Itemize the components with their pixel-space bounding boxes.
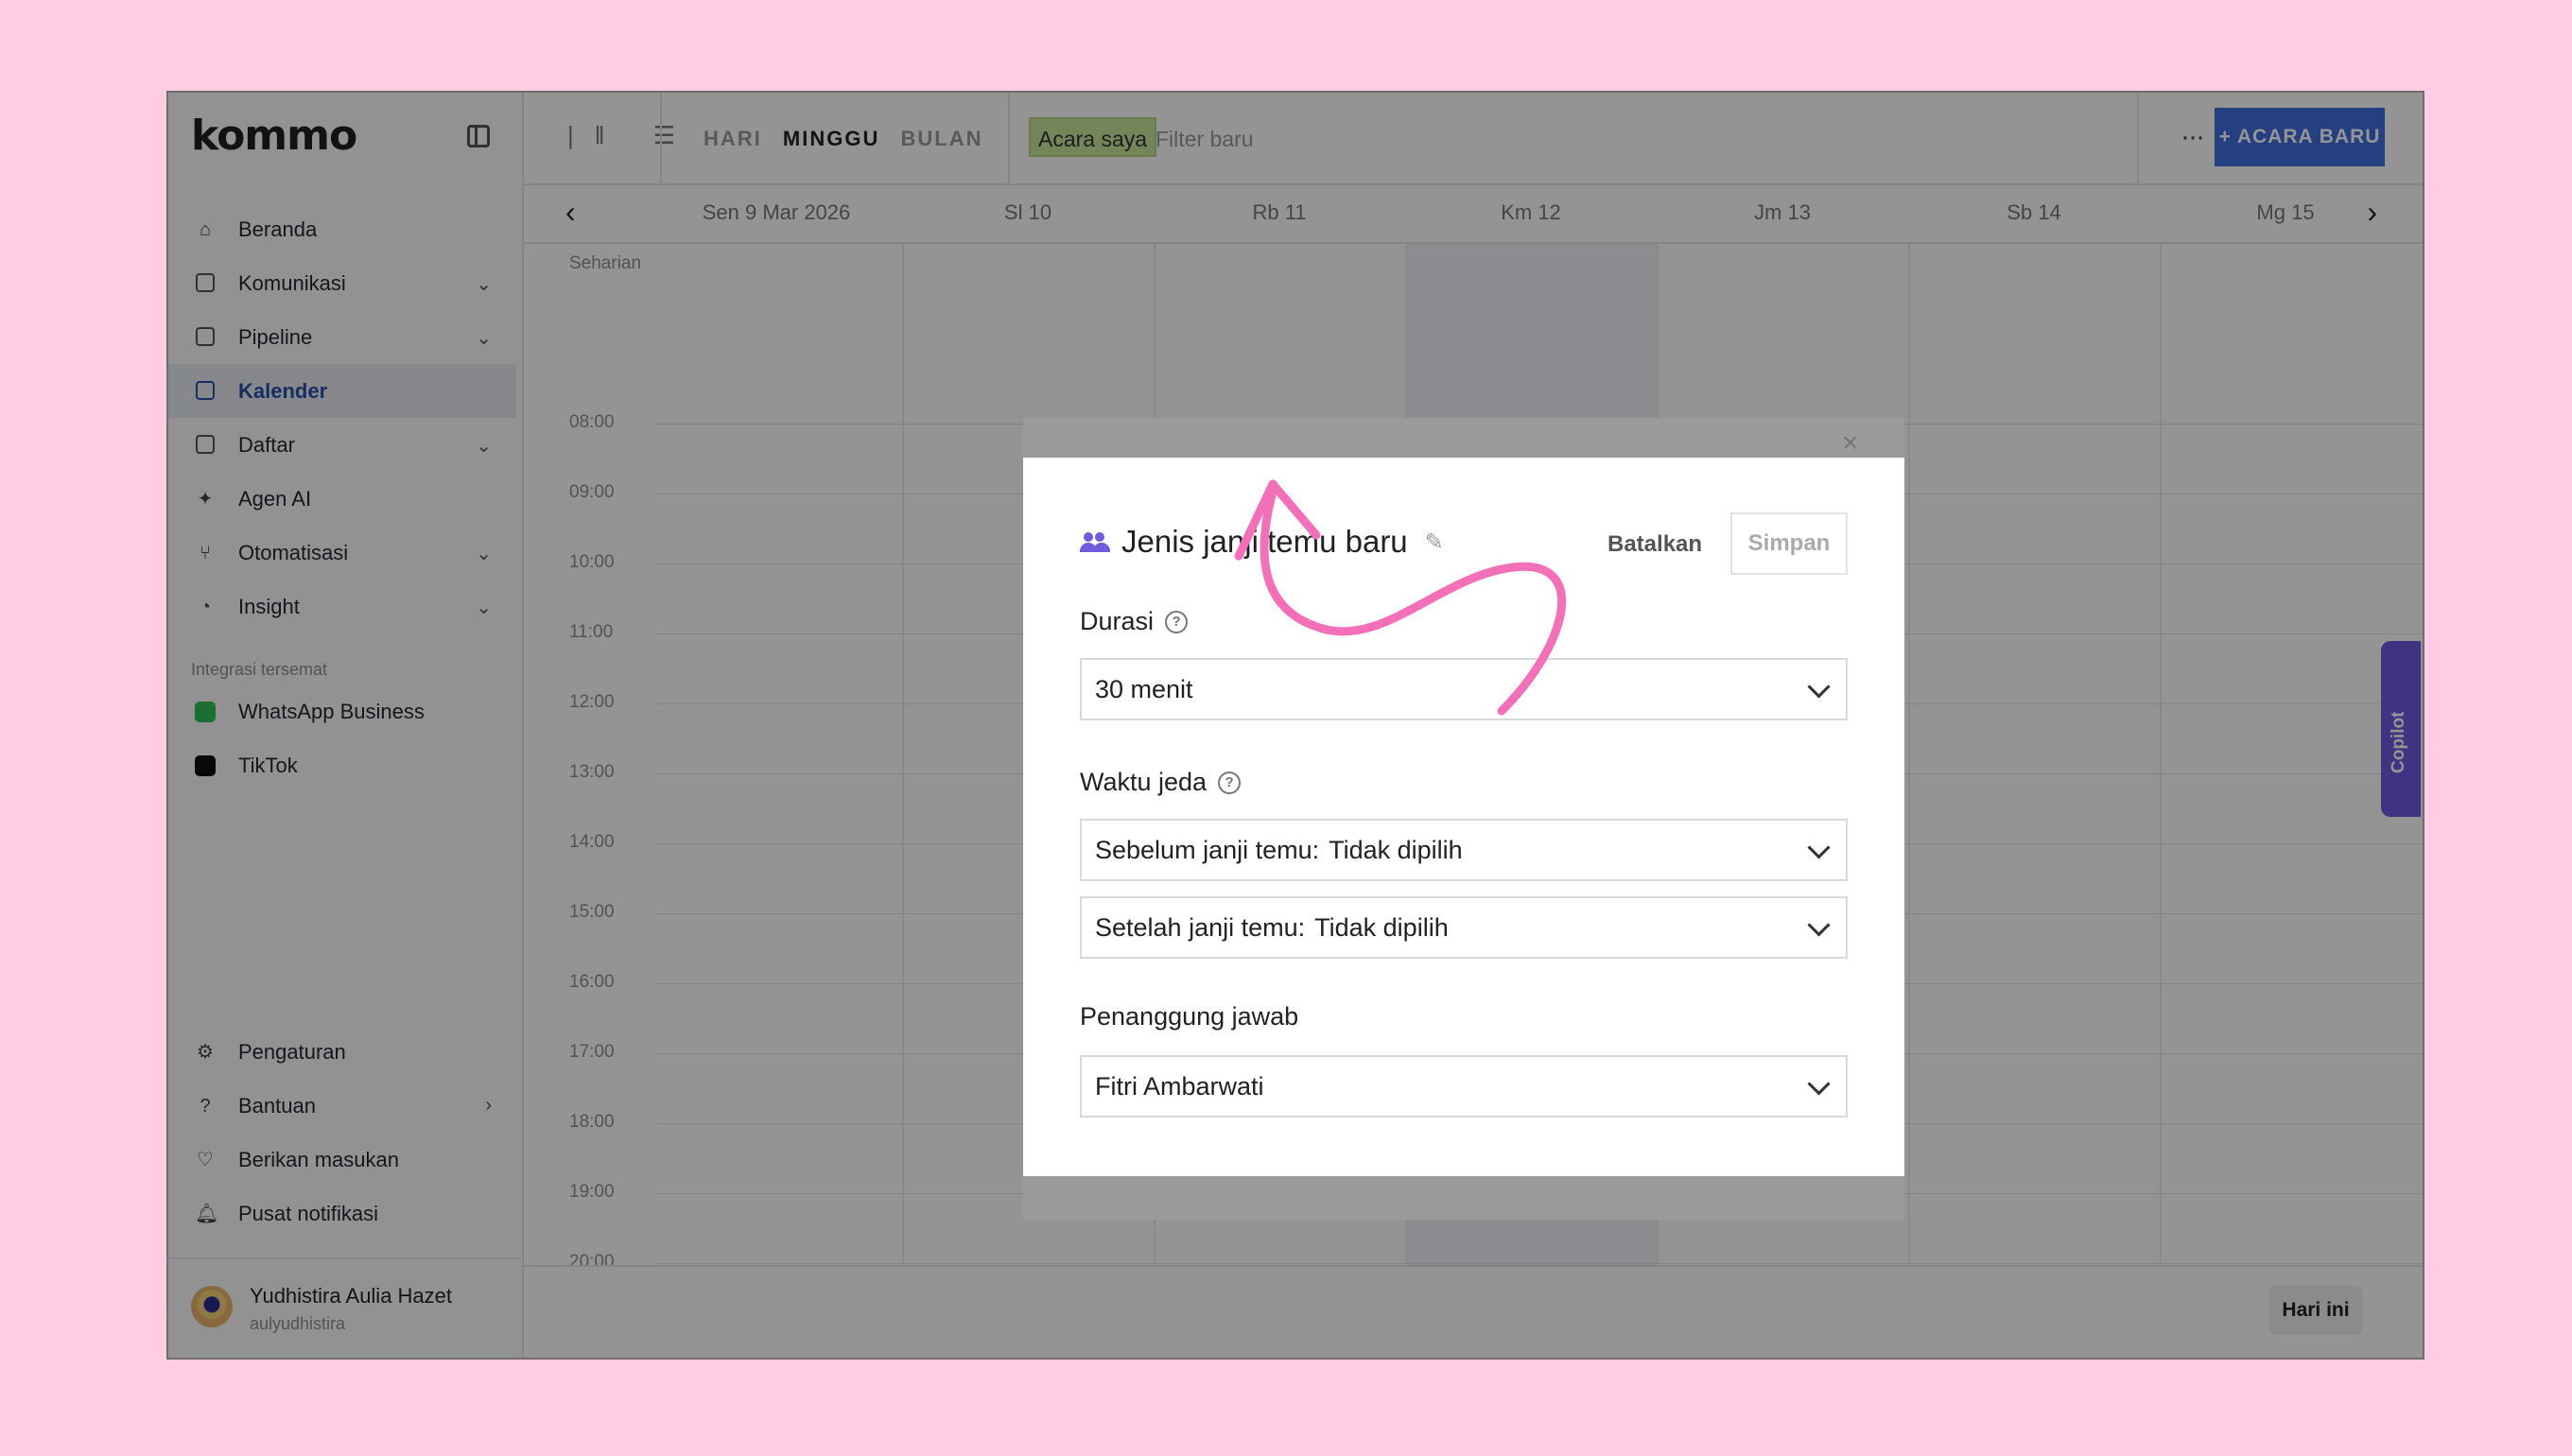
save-button[interactable]: Simpan <box>1730 512 1848 575</box>
help-icon[interactable]: ? <box>1218 771 1242 794</box>
duration-label-text: Durasi <box>1080 607 1155 635</box>
app-window: kommo ⌂ Beranda Komunikasi ⌄ Pipeline ⌄ … <box>166 91 2424 1360</box>
chevron-down-icon <box>1807 1072 1831 1096</box>
chevron-down-icon <box>1807 836 1831 859</box>
chevron-down-icon <box>1807 913 1831 937</box>
buffer-before-prefix: Sebelum janji temu: <box>1095 835 1320 864</box>
appointment-type-modal: Jenis janji temu baru ✎ Batalkan Simpan … <box>1023 458 1904 1176</box>
pencil-icon[interactable]: ✎ <box>1425 529 1444 556</box>
duration-select[interactable]: 30 menit <box>1080 658 1848 720</box>
modal-backdrop[interactable]: × Jenis janji temu baru ✎ Batalkan Simpa… <box>168 93 2423 1358</box>
owner-value: Fitri Ambarwati <box>1095 1071 1264 1101</box>
buffer-label-text: Waktu jeda <box>1080 768 1208 796</box>
buffer-before-value: Tidak dipilih <box>1329 835 1463 864</box>
buffer-after-prefix: Setelah janji temu: <box>1095 912 1306 942</box>
owner-label: Penanggung jawab <box>1080 1002 1298 1031</box>
buffer-before-select[interactable]: Sebelum janji temu: Tidak dipilih <box>1080 819 1848 881</box>
buffer-label: Waktu jeda ? <box>1080 768 1242 797</box>
buffer-after-value: Tidak dipilih <box>1314 912 1449 942</box>
help-icon[interactable]: ? <box>1165 610 1189 633</box>
buffer-after-select[interactable]: Setelah janji temu: Tidak dipilih <box>1080 896 1848 959</box>
modal-title-text[interactable]: Jenis janji temu baru <box>1121 524 1408 560</box>
chevron-down-icon <box>1807 675 1831 699</box>
people-icon <box>1080 530 1110 553</box>
cancel-button[interactable]: Batalkan <box>1608 531 1702 558</box>
owner-label-text: Penanggung jawab <box>1080 1002 1299 1031</box>
close-icon[interactable]: × <box>1842 427 1859 459</box>
duration-label: Durasi ? <box>1080 607 1189 636</box>
duration-value: 30 menit <box>1095 674 1193 703</box>
owner-select[interactable]: Fitri Ambarwati <box>1080 1055 1848 1118</box>
modal-title: Jenis janji temu baru ✎ <box>1080 524 1444 560</box>
